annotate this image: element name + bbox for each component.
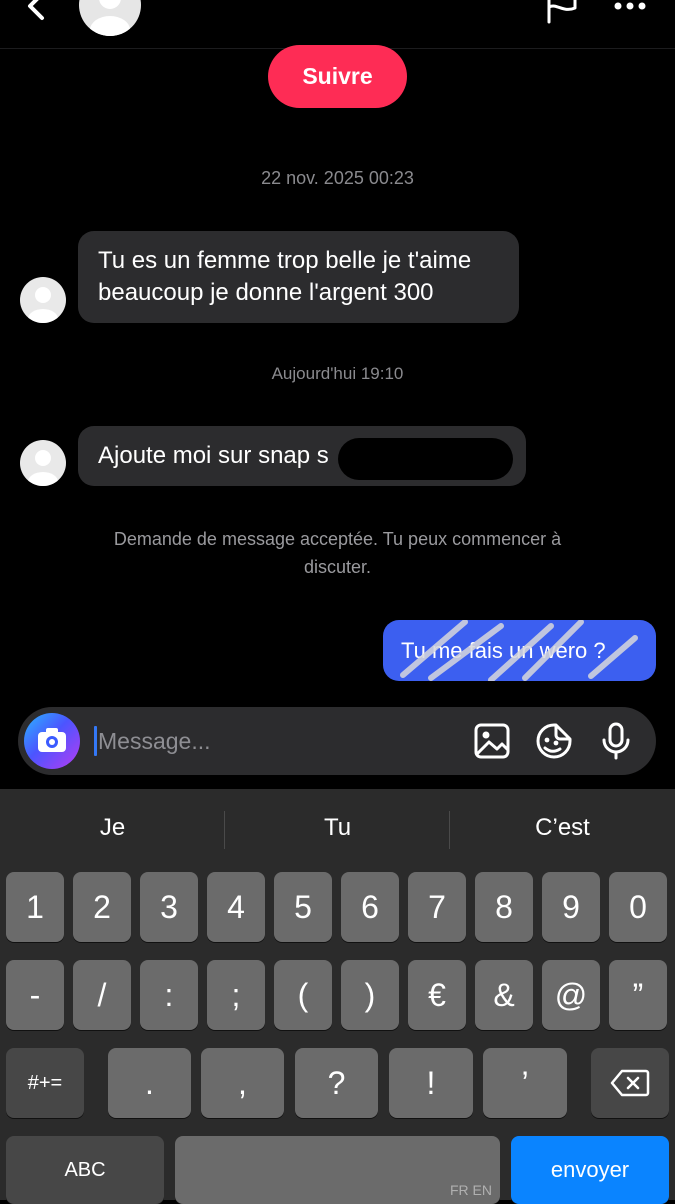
key[interactable]: , (201, 1048, 284, 1118)
default-avatar-icon (28, 287, 58, 323)
message-text: Tu es un femme trop belle je t'aime (98, 247, 472, 274)
follow-button[interactable]: Suivre (268, 45, 407, 108)
key[interactable]: 3 (140, 872, 198, 942)
avatar[interactable] (79, 0, 141, 36)
received-message-bubble[interactable]: Tu es un femme trop belle je t'aime beau… (78, 231, 519, 323)
message-input[interactable]: Message... (98, 724, 211, 758)
suggestion-item[interactable]: Tu (225, 803, 450, 853)
notice-text: Demande de message acceptée. Tu peux com… (113, 529, 562, 549)
key[interactable]: . (108, 1048, 191, 1118)
key[interactable]: ( (274, 960, 332, 1030)
request-accepted-notice: Demande de message acceptée. Tu peux com… (80, 525, 595, 581)
key[interactable]: ? (295, 1048, 378, 1118)
key[interactable]: & (475, 960, 533, 1030)
key[interactable]: ’ (483, 1048, 567, 1118)
key[interactable]: - (6, 960, 64, 1030)
sent-message-bubble[interactable]: Tu me fais un wero ? (383, 620, 656, 681)
notice-text: discuter. (303, 557, 372, 577)
backspace-key[interactable] (591, 1048, 669, 1118)
send-key[interactable]: envoyer (511, 1136, 669, 1204)
key[interactable]: € (408, 960, 466, 1030)
scribble-overlay (400, 620, 638, 681)
key[interactable]: ; (207, 960, 265, 1030)
message-text: Ajoute moi sur snap s (98, 442, 329, 469)
key[interactable]: 9 (542, 872, 600, 942)
chat-header (0, 0, 675, 49)
flag-icon[interactable] (543, 0, 579, 24)
key[interactable]: 6 (341, 872, 399, 942)
key[interactable]: @ (542, 960, 600, 1030)
avatar[interactable] (20, 440, 66, 486)
key[interactable]: ) (341, 960, 399, 1030)
space-key[interactable]: FR EN (175, 1136, 500, 1204)
key[interactable]: 0 (609, 872, 667, 942)
message-text: beaucoup je donne l'argent 300 (98, 279, 434, 306)
key[interactable]: 1 (6, 872, 64, 942)
timestamp: 22 nov. 2025 00:23 (261, 168, 414, 188)
default-avatar-icon (90, 0, 130, 36)
key[interactable]: 7 (408, 872, 466, 942)
key[interactable]: ” (609, 960, 667, 1030)
camera-icon (38, 728, 66, 752)
key[interactable]: 2 (73, 872, 131, 942)
key[interactable]: 5 (274, 872, 332, 942)
default-avatar-icon (28, 450, 58, 486)
redaction-mark (338, 438, 513, 480)
key[interactable]: 4 (207, 872, 265, 942)
suggestion-item[interactable]: C’est (450, 803, 675, 853)
abc-key[interactable]: ABC (6, 1136, 164, 1204)
message-composer[interactable]: Message... (18, 707, 656, 775)
key[interactable]: ! (389, 1048, 473, 1118)
timestamp: Aujourd'hui 19:10 (271, 364, 404, 383)
key[interactable]: 8 (475, 872, 533, 942)
more-dots-icon[interactable] (610, 0, 650, 14)
sticker-icon[interactable] (534, 721, 574, 761)
keyboard: Je Tu C’est 1 2 3 4 5 6 7 8 9 0 - / : ; … (0, 789, 675, 1204)
suggestion-item[interactable]: Je (0, 803, 225, 853)
text-cursor (94, 726, 97, 756)
language-indicator: FR EN (450, 1182, 492, 1198)
microphone-icon[interactable] (596, 721, 636, 761)
avatar[interactable] (20, 277, 66, 323)
image-icon[interactable] (472, 721, 512, 761)
camera-button[interactable] (24, 713, 80, 769)
backspace-icon (610, 1069, 650, 1097)
key[interactable]: : (140, 960, 198, 1030)
key[interactable]: / (73, 960, 131, 1030)
symbols-toggle-key[interactable]: #+= (6, 1048, 84, 1118)
chevron-left-icon[interactable] (20, 0, 54, 28)
